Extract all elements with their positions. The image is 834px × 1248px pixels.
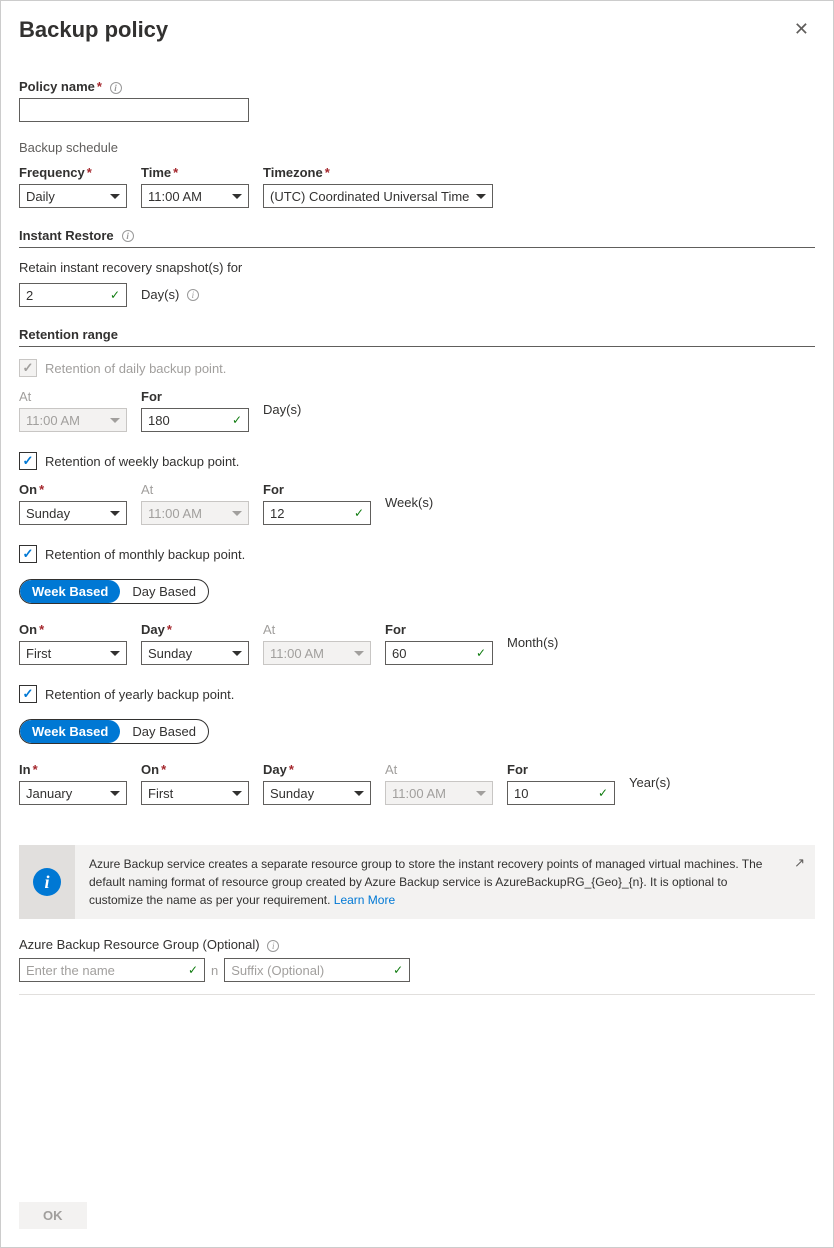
yearly-on-select[interactable]: First (141, 781, 249, 805)
chevron-down-icon (110, 194, 120, 199)
frequency-select[interactable]: Daily (19, 184, 127, 208)
divider (19, 994, 815, 995)
rg-suffix-input[interactable]: Suffix (Optional) (224, 958, 410, 982)
monthly-on-label: On* (19, 622, 127, 637)
rg-separator: n (211, 963, 218, 978)
weekly-unit: Week(s) (385, 495, 433, 512)
monthly-basis-toggle[interactable]: Week Based Day Based (19, 579, 209, 604)
yearly-on-label: On* (141, 762, 249, 777)
time-select[interactable]: 11:00 AM (141, 184, 249, 208)
yearly-day-label: Day* (263, 762, 371, 777)
chevron-down-icon (232, 194, 242, 199)
yearly-day-based-option[interactable]: Day Based (120, 720, 208, 743)
snapshot-days-unit: Day(s) i (141, 287, 199, 304)
monthly-day-select[interactable]: Sunday (141, 641, 249, 665)
ok-button[interactable]: OK (19, 1202, 87, 1229)
weekly-on-label: On* (19, 482, 127, 497)
chevron-down-icon (110, 791, 120, 796)
daily-for-label: For (141, 389, 249, 404)
chevron-down-icon (110, 418, 120, 423)
yearly-for-input[interactable]: 10 (507, 781, 615, 805)
yearly-basis-toggle[interactable]: Week Based Day Based (19, 719, 209, 744)
yearly-week-based-option[interactable]: Week Based (20, 720, 120, 743)
daily-at-label: At (19, 389, 127, 404)
monthly-on-select[interactable]: First (19, 641, 127, 665)
monthly-retention-label: Retention of monthly backup point. (45, 547, 245, 562)
yearly-unit: Year(s) (629, 775, 670, 792)
info-icon[interactable]: i (110, 82, 122, 94)
weekly-retention-checkbox[interactable] (19, 452, 37, 470)
yearly-retention-label: Retention of yearly backup point. (45, 687, 234, 702)
daily-for-input[interactable]: 180 (141, 408, 249, 432)
timezone-label: Timezone* (263, 165, 493, 180)
weekly-at-select: 11:00 AM (141, 501, 249, 525)
info-banner-text: Azure Backup service creates a separate … (75, 845, 815, 919)
panel-title: Backup policy (19, 17, 168, 43)
retain-snapshot-label: Retain instant recovery snapshot(s) for (19, 260, 815, 275)
backup-schedule-label: Backup schedule (19, 140, 815, 155)
monthly-day-based-option[interactable]: Day Based (120, 580, 208, 603)
weekly-for-label: For (263, 482, 371, 497)
yearly-in-select[interactable]: January (19, 781, 127, 805)
chevron-down-icon (110, 511, 120, 516)
chevron-down-icon (354, 791, 364, 796)
monthly-day-label: Day* (141, 622, 249, 637)
yearly-at-select: 11:00 AM (385, 781, 493, 805)
info-icon[interactable]: i (267, 940, 279, 952)
instant-restore-header: Instant Restore i (19, 228, 815, 248)
daily-at-select: 11:00 AM (19, 408, 127, 432)
rg-name-input[interactable]: Enter the name (19, 958, 205, 982)
chevron-down-icon (476, 194, 486, 199)
info-banner: i Azure Backup service creates a separat… (19, 845, 815, 919)
monthly-week-based-option[interactable]: Week Based (20, 580, 120, 603)
policy-name-input[interactable] (19, 98, 249, 122)
timezone-select[interactable]: (UTC) Coordinated Universal Time (263, 184, 493, 208)
daily-retention-checkbox (19, 359, 37, 377)
monthly-unit: Month(s) (507, 635, 558, 652)
rg-label: Azure Backup Resource Group (Optional) i (19, 937, 815, 952)
footer: OK (19, 1202, 87, 1229)
panel-header: Backup policy ✕ (19, 17, 815, 43)
external-link-icon[interactable]: ↗ (794, 855, 805, 871)
monthly-for-input[interactable]: 60 (385, 641, 493, 665)
yearly-for-label: For (507, 762, 615, 777)
chevron-down-icon (110, 651, 120, 656)
monthly-at-select: 11:00 AM (263, 641, 371, 665)
weekly-for-input[interactable]: 12 (263, 501, 371, 525)
monthly-for-label: For (385, 622, 493, 637)
yearly-retention-checkbox[interactable] (19, 685, 37, 703)
info-icon: i (33, 868, 61, 896)
yearly-day-select[interactable]: Sunday (263, 781, 371, 805)
chevron-down-icon (232, 651, 242, 656)
frequency-label: Frequency* (19, 165, 127, 180)
weekly-retention-label: Retention of weekly backup point. (45, 454, 239, 469)
required-asterisk: * (97, 79, 102, 94)
policy-name-label: Policy name* i (19, 79, 815, 94)
info-icon[interactable]: i (187, 289, 199, 301)
weekly-on-select[interactable]: Sunday (19, 501, 127, 525)
daily-unit: Day(s) (263, 402, 301, 419)
info-banner-icon-box: i (19, 845, 75, 919)
yearly-in-label: In* (19, 762, 127, 777)
snapshot-days-select[interactable]: 2 (19, 283, 127, 307)
daily-retention-label: Retention of daily backup point. (45, 361, 226, 376)
chevron-down-icon (232, 511, 242, 516)
chevron-down-icon (354, 651, 364, 656)
yearly-at-label: At (385, 762, 493, 777)
info-icon[interactable]: i (122, 230, 134, 242)
learn-more-link[interactable]: Learn More (334, 893, 395, 907)
time-label: Time* (141, 165, 249, 180)
chevron-down-icon (476, 791, 486, 796)
weekly-at-label: At (141, 482, 249, 497)
close-icon[interactable]: ✕ (788, 17, 815, 42)
retention-range-header: Retention range (19, 327, 815, 347)
monthly-retention-checkbox[interactable] (19, 545, 37, 563)
chevron-down-icon (232, 791, 242, 796)
backup-policy-panel: Backup policy ✕ Policy name* i Backup sc… (0, 0, 834, 1248)
monthly-at-label: At (263, 622, 371, 637)
